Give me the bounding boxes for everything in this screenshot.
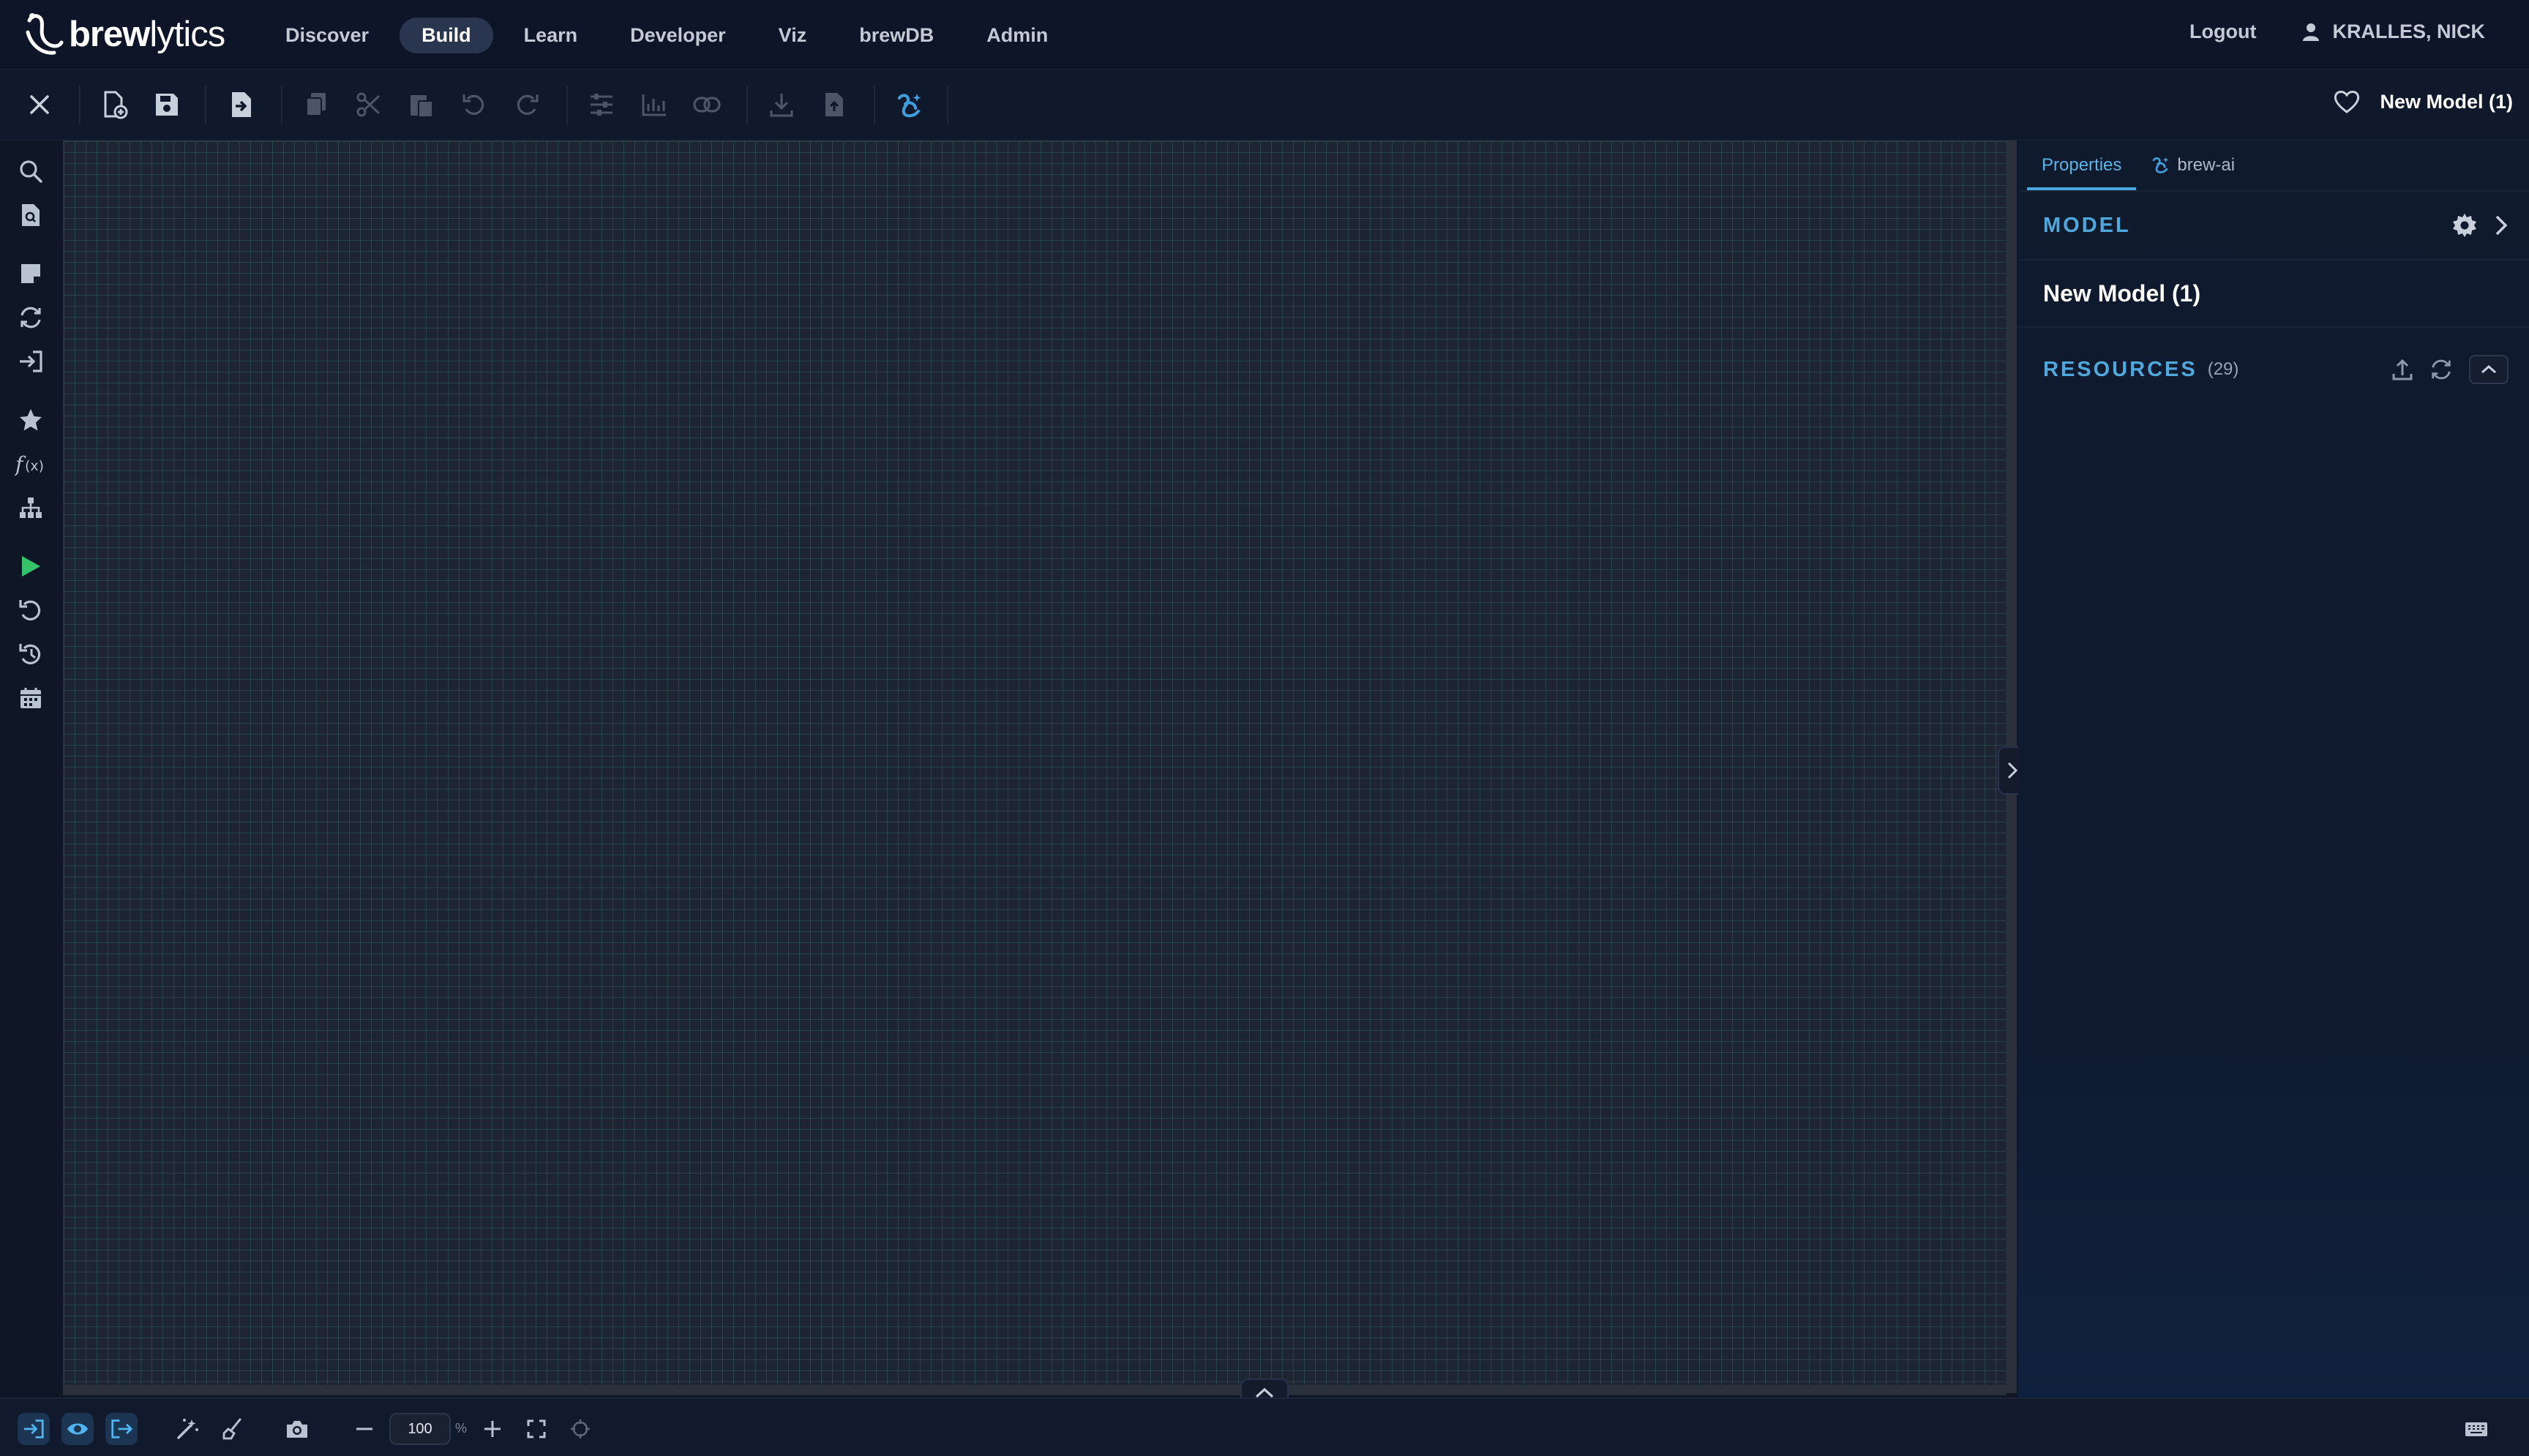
toolbar-divider	[281, 86, 282, 124]
hierarchy-icon[interactable]	[13, 490, 48, 525]
canvas-horizontal-scrollbar[interactable]	[63, 1385, 2007, 1395]
zoom-out-icon[interactable]	[348, 1413, 381, 1445]
svg-text:(x): (x)	[25, 458, 44, 474]
logout-link[interactable]: Logout	[2189, 20, 2256, 43]
redo-icon[interactable]	[509, 87, 544, 122]
toolbar: New Model (1)	[0, 70, 2529, 140]
nav-developer[interactable]: Developer	[608, 18, 748, 53]
nav-admin[interactable]: Admin	[964, 18, 1070, 53]
nav-brewdb[interactable]: brewDB	[837, 18, 956, 53]
chart-icon[interactable]	[637, 87, 672, 122]
toolbar-divider	[566, 86, 568, 124]
calendar-icon[interactable]	[13, 680, 48, 716]
main-nav: Discover Build Learn Developer Viz brewD…	[263, 18, 1070, 53]
left-sidebar: f (x)	[0, 140, 61, 1397]
output-mode-icon[interactable]	[105, 1413, 138, 1445]
resources-section-header: RESOURCES (29)	[2018, 338, 2529, 401]
user-name: KRALLES, NICK	[2332, 20, 2486, 42]
nav-right: Logout KRALLES, NICK	[2189, 20, 2485, 43]
cut-icon[interactable]	[351, 87, 386, 122]
tab-brew-ai[interactable]: brew-ai	[2136, 140, 2249, 190]
sync-icon[interactable]	[13, 300, 48, 335]
heart-icon[interactable]	[2333, 89, 2361, 114]
file-search-icon[interactable]	[13, 198, 48, 233]
properties-panel: Properties brew-ai MODEL New Model (1) R…	[2018, 140, 2529, 1397]
toolbar-divider	[205, 86, 206, 124]
brewlytics-logo[interactable]: brewlytics	[22, 10, 225, 59]
crosshair-icon[interactable]	[564, 1413, 596, 1445]
gear-icon[interactable]	[2451, 212, 2478, 239]
nav-viz[interactable]: Viz	[757, 18, 829, 53]
export-icon[interactable]	[817, 87, 852, 122]
status-bar: 100 %	[0, 1397, 2529, 1456]
nav-learn[interactable]: Learn	[502, 18, 600, 53]
model-canvas[interactable]	[63, 140, 2007, 1393]
nav-build[interactable]: Build	[400, 18, 493, 53]
chevron-right-icon[interactable]	[2494, 214, 2509, 237]
magic-wand-icon[interactable]	[171, 1413, 203, 1445]
collapse-resources-button[interactable]	[2469, 355, 2509, 384]
model-name: New Model (1)	[2018, 260, 2529, 328]
logo-mark-icon	[26, 13, 64, 55]
user-menu[interactable]: KRALLES, NICK	[2302, 20, 2486, 43]
function-icon[interactable]: f (x)	[13, 446, 48, 481]
resources-section-title: RESOURCES	[2043, 357, 2198, 381]
logo-wordmark: brewlytics	[69, 15, 225, 54]
clean-layout-icon[interactable]	[217, 1413, 249, 1445]
save-icon[interactable]	[149, 87, 184, 122]
camera-icon[interactable]	[281, 1413, 313, 1445]
model-section-actions	[2451, 212, 2509, 239]
chevron-up-icon	[2481, 364, 2496, 374]
tab-brew-ai-label: brew-ai	[2177, 155, 2236, 175]
model-section-title: MODEL	[2043, 213, 2131, 237]
brew-ai-icon[interactable]	[891, 87, 926, 122]
fit-screen-icon[interactable]	[520, 1413, 552, 1445]
paste-icon[interactable]	[404, 87, 439, 122]
zoom-in-icon[interactable]	[476, 1413, 509, 1445]
chevron-right-icon	[2007, 762, 2018, 779]
eye-icon[interactable]	[61, 1413, 94, 1445]
download-icon[interactable]	[764, 87, 799, 122]
model-title: New Model (1)	[2380, 90, 2513, 113]
star-icon[interactable]	[13, 402, 48, 438]
brew-ai-icon	[2153, 157, 2169, 173]
toolbar-divider	[874, 86, 875, 124]
history-icon[interactable]	[13, 637, 48, 672]
search-icon[interactable]	[13, 154, 48, 189]
user-icon	[2302, 23, 2319, 41]
link-icon[interactable]	[689, 87, 724, 122]
note-icon[interactable]	[13, 256, 48, 291]
toolbar-divider	[79, 86, 80, 124]
import-icon[interactable]	[224, 87, 259, 122]
upload-icon[interactable]	[2391, 358, 2413, 381]
close-icon[interactable]	[22, 87, 57, 122]
panel-tabs: Properties brew-ai	[2027, 140, 2249, 190]
toolbar-right: New Model (1)	[2333, 89, 2513, 114]
toolbar-divider	[947, 86, 948, 124]
reset-icon[interactable]	[13, 593, 48, 628]
undo-icon[interactable]	[457, 87, 492, 122]
sign-in-icon[interactable]	[13, 344, 48, 379]
zoom-unit: %	[455, 1421, 468, 1436]
nav-discover[interactable]: Discover	[263, 18, 391, 53]
toolbar-divider	[746, 86, 748, 124]
tab-properties[interactable]: Properties	[2027, 140, 2137, 190]
top-nav: brewlytics Discover Build Learn Develope…	[0, 0, 2529, 70]
input-mode-icon[interactable]	[18, 1413, 50, 1445]
new-file-icon[interactable]	[97, 87, 132, 122]
sliders-icon[interactable]	[584, 87, 619, 122]
refresh-icon[interactable]	[2429, 358, 2453, 381]
resources-section-actions	[2391, 355, 2509, 384]
copy-icon[interactable]	[299, 87, 334, 122]
keyboard-icon[interactable]	[2460, 1413, 2492, 1445]
model-section-header: MODEL	[2018, 190, 2529, 260]
zoom-level-input[interactable]: 100	[389, 1413, 451, 1445]
resources-count: (29)	[2207, 359, 2239, 379]
tab-properties-label: Properties	[2042, 155, 2122, 175]
play-icon[interactable]	[13, 549, 48, 584]
